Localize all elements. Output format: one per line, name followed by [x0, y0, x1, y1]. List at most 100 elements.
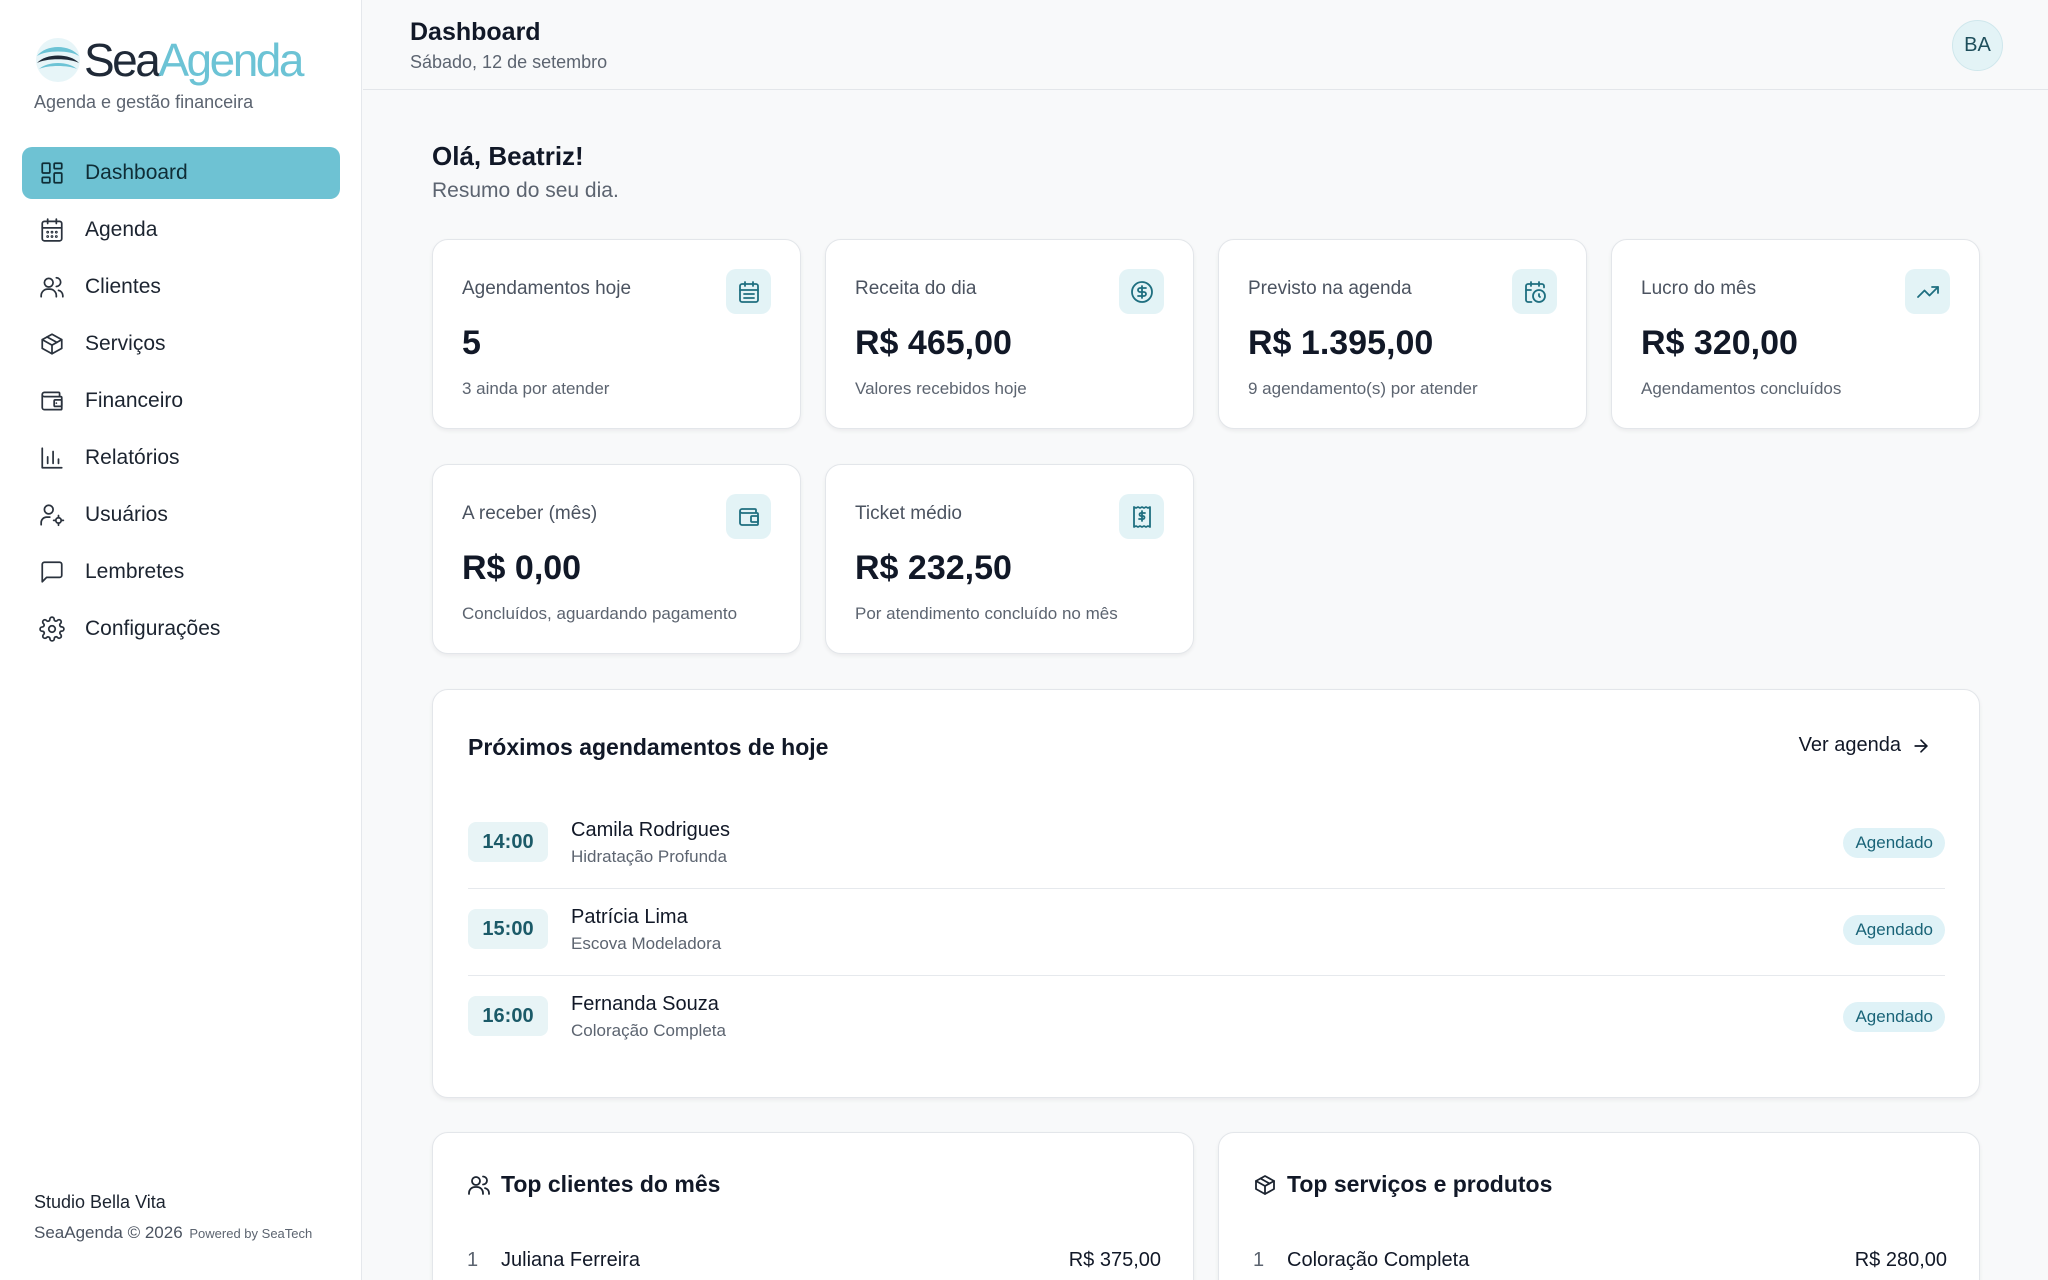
stat-label: Ticket médio	[855, 503, 962, 524]
upcoming-appointments-panel: Próximos agendamentos de hoje Ver agenda…	[432, 689, 1980, 1098]
sidebar-item-servicos[interactable]: Serviços	[22, 318, 340, 370]
greeting-subtitle: Resumo do seu dia.	[432, 179, 619, 202]
stat-label: A receber (mês)	[462, 503, 598, 524]
client-value: R$ 375,00	[1068, 1249, 1161, 1271]
appointment-client: Camila Rodrigues	[571, 819, 730, 841]
stat-label: Receita do dia	[855, 278, 977, 299]
wallet-icon	[41, 391, 63, 411]
panel-title-text: Top serviços e produtos	[1287, 1171, 1553, 1197]
stat-card-lucro-do-mes: Lucro do mês R$ 320,00 Agendamentos conc…	[1611, 239, 1980, 429]
panel-title: Top serviços e produtos	[1253, 1171, 1552, 1198]
brand-tagline: Agenda e gestão financeira	[34, 92, 254, 112]
stat-card-ticket-medio: Ticket médio R$ 232,50 Por atendimento c…	[825, 464, 1194, 654]
copyright-text: SeaAgenda © 2026	[34, 1223, 183, 1242]
brand-logo[interactable]: SeaAgenda	[34, 34, 304, 86]
avatar[interactable]: BA	[1952, 20, 2003, 71]
stat-label: Agendamentos hoje	[462, 278, 632, 299]
appointment-time: 16:00	[468, 996, 548, 1036]
stat-label: Previsto na agenda	[1248, 278, 1412, 299]
view-agenda-label: Ver agenda	[1798, 734, 1901, 756]
sidebar-item-lembretes[interactable]: Lembretes	[22, 546, 340, 598]
sidebar-item-label: Lembretes	[85, 560, 185, 583]
powered-by: Powered by SeaTech	[189, 1226, 313, 1241]
stat-icon-box	[726, 269, 771, 314]
sidebar-item-configuracoes[interactable]: Configurações	[22, 603, 340, 655]
calendar-clock-icon	[1524, 280, 1546, 303]
sidebar-item-label: Configurações	[85, 617, 221, 640]
sidebar-item-agenda[interactable]: Agenda	[22, 204, 340, 256]
stat-icon-box	[1512, 269, 1557, 314]
dollar-circle-icon	[1130, 280, 1153, 303]
list-item[interactable]: 1 Coloração Completa R$ 280,00	[1253, 1249, 1947, 1279]
bar-chart-icon	[41, 447, 63, 469]
sidebar-item-dashboard[interactable]: Dashboard	[22, 147, 340, 199]
sidebar-footer: Studio Bella Vita SeaAgenda © 2026 Power…	[34, 1192, 312, 1243]
trending-up-icon	[1916, 285, 1939, 298]
view-agenda-link[interactable]: Ver agenda	[1799, 734, 1931, 757]
sidebar-item-financeiro[interactable]: Financeiro	[22, 375, 340, 427]
top-clients-panel: Top clientes do mês 1 Juliana Ferreira R…	[432, 1132, 1194, 1280]
client-name: Juliana Ferreira	[501, 1249, 640, 1271]
package-icon	[41, 333, 63, 355]
status-badge: Agendado	[1843, 915, 1945, 945]
stat-icon-box	[1119, 269, 1164, 314]
package-icon	[1255, 1174, 1275, 1195]
sidebar-item-clientes[interactable]: Clientes	[22, 261, 340, 313]
greeting-title: Olá, Beatriz!	[432, 141, 584, 171]
stat-card-agendamentos-hoje: Agendamentos hoje 5 3 ainda por atender	[432, 239, 801, 429]
appointment-service: Hidratação Profunda	[571, 847, 727, 866]
users-icon	[468, 1175, 490, 1195]
sidebar-item-label: Dashboard	[85, 161, 188, 184]
stat-value: R$ 465,00	[855, 324, 1012, 362]
sidebar-item-label: Relatórios	[85, 446, 180, 469]
stat-card-previsto-na-agenda: Previsto na agenda R$ 1.395,00 9 agendam…	[1218, 239, 1587, 429]
stat-label: Lucro do mês	[1641, 278, 1757, 299]
top-services-panel: Top serviços e produtos 1 Coloração Comp…	[1218, 1132, 1980, 1280]
appointment-service: Coloração Completa	[571, 1021, 726, 1040]
sidebar-item-label: Clientes	[85, 275, 161, 298]
stat-sub: 9 agendamento(s) por atender	[1248, 379, 1478, 398]
studio-name: Studio Bella Vita	[34, 1192, 166, 1212]
receipt-icon	[1132, 505, 1151, 528]
stat-value: 5	[462, 324, 481, 362]
stat-sub: Por atendimento concluído no mês	[855, 604, 1118, 623]
calendar-icon	[41, 218, 63, 242]
service-name: Coloração Completa	[1287, 1249, 1470, 1271]
arrow-right-icon	[1914, 738, 1928, 753]
service-value: R$ 280,00	[1854, 1249, 1947, 1271]
calendar-icon	[738, 280, 759, 303]
stat-icon-box	[726, 494, 771, 539]
stat-sub: Valores recebidos hoje	[855, 379, 1027, 398]
stat-icon-box	[1119, 494, 1164, 539]
list-item[interactable]: 1 Juliana Ferreira R$ 375,00	[467, 1249, 1161, 1279]
sidebar-item-relatorios[interactable]: Relatórios	[22, 432, 340, 484]
sidebar-item-usuarios[interactable]: Usuários	[22, 489, 340, 541]
sidebar-item-label: Agenda	[85, 218, 158, 241]
rank-number: 1	[1253, 1249, 1265, 1271]
appointment-row[interactable]: 16:00 Fernanda Souza Coloração Completa …	[468, 977, 1945, 1063]
appointment-service: Escova Modeladora	[571, 934, 722, 953]
sidebar-item-label: Financeiro	[85, 389, 184, 412]
appointment-row[interactable]: 14:00 Camila Rodrigues Hidratação Profun…	[468, 803, 1945, 889]
panel-title-text: Top clientes do mês	[501, 1171, 721, 1197]
stat-sub: Concluídos, aguardando pagamento	[462, 604, 738, 623]
sidebar-nav: Dashboard Agenda Clientes Serviços Finan…	[22, 147, 340, 660]
wallet-icon	[738, 507, 759, 526]
rank-number: 1	[467, 1249, 479, 1271]
stat-icon-box	[1905, 269, 1950, 314]
appointment-row[interactable]: 15:00 Patrícia Lima Escova Modeladora Ag…	[468, 890, 1945, 976]
sidebar-item-label: Serviços	[85, 332, 166, 355]
status-badge: Agendado	[1843, 828, 1945, 858]
stat-value: R$ 0,00	[462, 549, 582, 587]
stat-sub: 3 ainda por atender	[462, 379, 610, 398]
brand-name: SeaAgenda	[84, 34, 304, 86]
brand-name-agenda: Agenda	[158, 34, 304, 86]
message-icon	[41, 561, 63, 583]
wave-logo-icon	[36, 38, 80, 82]
panel-title: Top clientes do mês	[467, 1171, 720, 1198]
appointment-time: 14:00	[468, 822, 548, 862]
stat-sub: Agendamentos concluídos	[1641, 379, 1842, 398]
status-badge: Agendado	[1843, 1002, 1945, 1032]
header-date: Sábado, 12 de setembro	[410, 52, 608, 72]
appointment-client: Fernanda Souza	[571, 993, 719, 1015]
